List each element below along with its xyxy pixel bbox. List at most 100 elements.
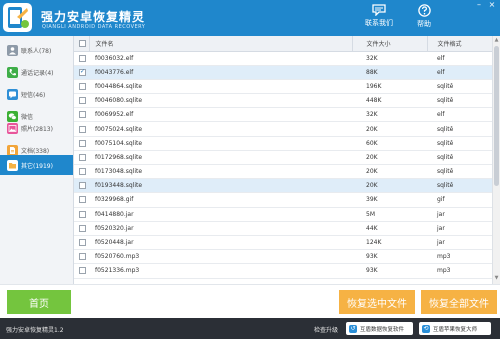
row-checkbox-cell[interactable] <box>74 192 89 208</box>
help-label: 帮助 <box>417 20 431 28</box>
data-recovery-software-link[interactable]: ↺ 互盾数据恢复软件 <box>346 322 413 335</box>
row-checkbox[interactable] <box>79 111 86 119</box>
file-name-cell: f0075024.sqlite <box>89 121 352 137</box>
row-checkbox-cell[interactable] <box>74 79 89 95</box>
apple-recovery-master-link[interactable]: ⟲ 互盾苹果恢复大师 <box>419 322 491 335</box>
file-format-cell: jar <box>427 207 492 222</box>
row-checkbox[interactable]: ✓ <box>79 68 86 76</box>
row-checkbox-cell[interactable] <box>74 51 89 66</box>
row-checkbox-cell[interactable] <box>74 249 89 265</box>
contact-us-button[interactable]: 联系我们 <box>364 4 394 28</box>
select-all-cell[interactable] <box>74 36 89 52</box>
file-name-cell: f0329968.gif <box>89 192 352 208</box>
help-button[interactable]: 帮助 <box>413 4 435 29</box>
file-name-cell: f0520760.mp3 <box>89 249 352 265</box>
row-checkbox-cell[interactable] <box>74 93 89 109</box>
row-checkbox-cell[interactable] <box>74 136 89 151</box>
file-name-cell: f0414880.jar <box>89 207 352 222</box>
table-row[interactable]: f0329968.gif 39K gif <box>74 192 492 208</box>
sidebar-item-label: 其它(1919) <box>21 162 53 170</box>
row-checkbox-cell[interactable] <box>74 178 89 194</box>
file-format-cell: sqlitê <box>427 93 492 109</box>
table-row[interactable]: f0046080.sqlite 448K sqlitê <box>74 93 492 109</box>
sidebar-item-contacts[interactable]: 联系人(78) <box>0 40 73 60</box>
row-checkbox[interactable] <box>79 82 86 90</box>
minimize-button[interactable]: – <box>474 0 484 9</box>
table-row[interactable]: f0173048.sqlite 20K sqlitê <box>74 164 492 180</box>
recover-selected-button[interactable]: 恢复选中文件 <box>339 290 415 314</box>
file-name-cell: f0520448.jar <box>89 235 352 251</box>
row-checkbox-cell[interactable] <box>74 221 89 236</box>
file-format-cell: sqlitê <box>427 150 492 166</box>
recover-all-button[interactable]: 恢复全部文件 <box>421 290 497 314</box>
row-checkbox-cell[interactable] <box>74 235 89 251</box>
table-row[interactable]: ✓ f0043776.elf 88K elf <box>74 65 492 80</box>
column-header-format[interactable]: 文件格式 <box>426 36 492 52</box>
table-row[interactable]: f0075104.sqlite 60K sqlitê <box>74 136 492 151</box>
table-row[interactable]: f0193448.sqlite 20K sqlitê <box>74 178 492 194</box>
file-name-cell: f0043776.elf <box>89 65 352 80</box>
row-checkbox-cell[interactable] <box>74 164 89 180</box>
table-row[interactable]: f0521336.mp3 93K mp3 <box>74 263 492 279</box>
file-format-cell: sqlitê <box>427 178 492 194</box>
file-table: 文件名 文件大小 文件格式 f0036032.elf 32K elf ✓ f004377… <box>74 36 492 284</box>
file-format-cell: sqlitê <box>427 136 492 151</box>
action-bar: 首页 恢复选中文件 恢复全部文件 <box>0 284 500 318</box>
table-row[interactable]: f0520448.jar 124K jar <box>74 235 492 251</box>
row-checkbox[interactable] <box>79 182 86 190</box>
sidebar-item-label: 照片(2813) <box>21 125 53 133</box>
sidebar-item-other[interactable]: 其它(1919) <box>0 155 73 175</box>
file-format-cell: mp3 <box>427 263 492 279</box>
home-button[interactable]: 首页 <box>7 290 71 314</box>
row-checkbox[interactable] <box>79 153 86 161</box>
row-checkbox[interactable] <box>79 224 86 232</box>
column-header-size[interactable]: 文件大小 <box>351 36 427 52</box>
file-size-cell: 93K <box>352 249 427 265</box>
row-checkbox[interactable] <box>79 196 86 204</box>
file-size-cell: 448K <box>352 93 427 109</box>
sidebar-item-sms[interactable]: 短信(46) <box>0 84 73 104</box>
row-checkbox-cell[interactable] <box>74 263 89 279</box>
row-checkbox[interactable] <box>79 54 86 62</box>
table-row[interactable]: f0069952.elf 32K elf <box>74 107 492 123</box>
row-checkbox[interactable] <box>79 267 86 275</box>
table-row[interactable]: f0520320.jar 44K jar <box>74 221 492 236</box>
table-row[interactable]: f0036032.elf 32K elf <box>74 51 492 66</box>
row-checkbox[interactable] <box>79 239 86 247</box>
row-checkbox-cell[interactable] <box>74 121 89 137</box>
table-row[interactable]: f0044864.sqlite 196K sqlitê <box>74 79 492 95</box>
file-name-cell: f0046080.sqlite <box>89 93 352 109</box>
close-button[interactable]: × <box>487 0 497 9</box>
sidebar-item-photos[interactable]: 照片(2813) <box>0 118 73 138</box>
photo-icon <box>7 122 18 134</box>
table-row[interactable]: f0414880.jar 5M jar <box>74 207 492 222</box>
scroll-down-arrow-icon[interactable]: ▼ <box>493 275 500 283</box>
row-checkbox-cell[interactable] <box>74 207 89 222</box>
file-size-cell: 196K <box>352 79 427 95</box>
column-header-name[interactable]: 文件名 <box>88 36 352 52</box>
table-row[interactable]: f0172968.sqlite 20K sqlitê <box>74 150 492 166</box>
row-checkbox[interactable] <box>79 125 86 133</box>
table-row[interactable]: f0075024.sqlite 20K sqlitê <box>74 121 492 137</box>
row-checkbox-cell[interactable] <box>74 107 89 123</box>
data-recovery-app-icon: ↺ <box>349 324 357 333</box>
row-checkbox[interactable] <box>79 97 86 105</box>
scroll-up-arrow-icon[interactable]: ▲ <box>493 37 500 45</box>
check-update-link[interactable]: 检查升级 <box>314 325 338 334</box>
row-checkbox[interactable] <box>79 253 86 261</box>
select-all-checkbox[interactable] <box>79 39 86 47</box>
sidebar-item-label: 短信(46) <box>21 91 46 99</box>
sidebar-item-call-log[interactable]: 通话记录(4) <box>0 62 73 82</box>
file-size-cell: 32K <box>352 51 427 66</box>
row-checkbox[interactable] <box>79 168 86 176</box>
vertical-scrollbar[interactable]: ▲ ▼ <box>492 36 500 284</box>
row-checkbox[interactable] <box>79 210 86 218</box>
table-header-row: 文件名 文件大小 文件格式 <box>74 36 492 52</box>
contacts-icon <box>7 44 18 56</box>
status-bar: 强力安卓恢复精灵1.2 检查升级 ↺ 互盾数据恢复软件 ⟲ 互盾苹果恢复大师 <box>0 318 500 339</box>
table-row[interactable]: f0520760.mp3 93K mp3 <box>74 249 492 265</box>
row-checkbox-cell[interactable]: ✓ <box>74 65 89 80</box>
row-checkbox[interactable] <box>79 139 86 147</box>
row-checkbox-cell[interactable] <box>74 150 89 166</box>
scroll-thumb[interactable] <box>494 46 499 186</box>
